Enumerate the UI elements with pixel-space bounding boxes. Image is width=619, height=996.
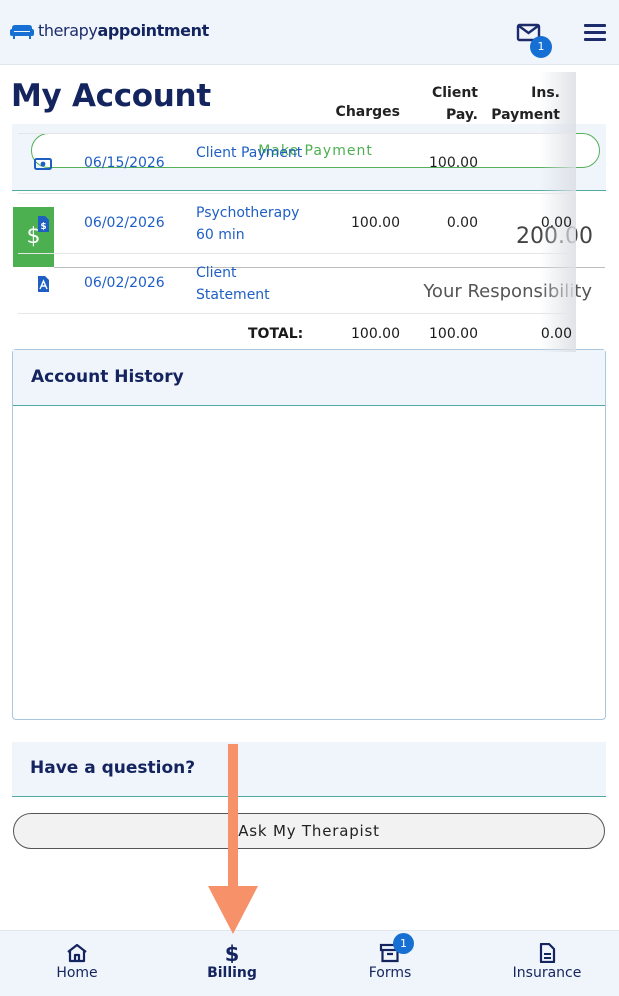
- nav-billing-label: Billing: [207, 965, 257, 981]
- row-client-pay: 0.00: [446, 215, 478, 231]
- logo-text-appointment: appointment: [97, 21, 209, 40]
- nav-billing[interactable]: $ Billing: [155, 931, 309, 996]
- row-date[interactable]: 06/02/2026: [84, 275, 165, 291]
- account-history-table[interactable]: Charges Client Pay. Ins. Payment 06/15/2…: [18, 72, 576, 354]
- annotation-arrow-shaft: [228, 744, 238, 894]
- top-bar: therapyappointment 1: [0, 0, 619, 65]
- ask-therapist-button[interactable]: Ask My Therapist: [13, 813, 605, 849]
- annotation-arrow-head: [208, 886, 258, 934]
- svg-text:$: $: [225, 943, 240, 963]
- col-client-pay: Client Pay.: [431, 85, 478, 123]
- total-client-pay: 100.00: [429, 326, 478, 342]
- sofa-icon: [10, 24, 34, 39]
- row-description[interactable]: Client Payment: [196, 142, 306, 164]
- row-ins-payment: 0.00: [540, 215, 572, 231]
- table-row[interactable]: 06/02/2026 Client Statement: [18, 254, 576, 314]
- col-charges: Charges: [335, 104, 400, 120]
- logo[interactable]: therapyappointment: [10, 21, 209, 40]
- nav-forms[interactable]: Forms: [313, 931, 467, 996]
- money-icon: [34, 158, 52, 170]
- row-client-pay: 100.00: [429, 155, 478, 171]
- table-row[interactable]: 06/15/2026 Client Payment 100.00: [18, 134, 576, 194]
- table-header: Charges Client Pay. Ins. Payment: [18, 72, 576, 134]
- account-history-title: Account History: [13, 350, 605, 406]
- document-icon: [539, 943, 556, 963]
- invoice-icon: $: [38, 216, 49, 232]
- table-total-row: TOTAL: 100.00 100.00 0.00: [18, 314, 576, 354]
- total-ins-payment: 0.00: [540, 326, 572, 342]
- dollar-icon: $: [225, 943, 240, 963]
- total-label: TOTAL:: [248, 326, 304, 342]
- bottom-nav: Home $ Billing Forms Insurance: [0, 930, 619, 996]
- row-description[interactable]: Psychotherapy 60 min: [196, 202, 306, 246]
- row-description[interactable]: Client Statement: [196, 262, 306, 306]
- col-ins-payment: Ins. Payment: [491, 85, 560, 123]
- svg-text:$: $: [40, 222, 46, 232]
- row-date[interactable]: 06/02/2026: [84, 215, 165, 231]
- row-charges: 100.00: [351, 215, 400, 231]
- nav-home-label: Home: [56, 965, 98, 981]
- pdf-icon: [38, 276, 49, 292]
- table-row[interactable]: $ 06/02/2026 Psychotherapy 60 min 100.00…: [18, 194, 576, 254]
- row-date[interactable]: 06/15/2026: [84, 155, 165, 171]
- nav-insurance[interactable]: Insurance: [470, 931, 619, 996]
- nav-home[interactable]: Home: [0, 931, 154, 996]
- home-icon: [67, 943, 87, 963]
- total-charges: 100.00: [351, 326, 400, 342]
- question-title: Have a question?: [12, 742, 606, 797]
- logo-text: therapyappointment: [38, 21, 209, 40]
- account-history-panel: Account History: [12, 349, 606, 720]
- nav-insurance-label: Insurance: [512, 965, 582, 981]
- forms-badge: 1: [393, 933, 414, 954]
- nav-forms-label: Forms: [368, 965, 412, 981]
- mail-badge: 1: [530, 36, 552, 58]
- hamburger-menu-icon[interactable]: [584, 24, 606, 42]
- logo-text-therapy: therapy: [38, 21, 98, 40]
